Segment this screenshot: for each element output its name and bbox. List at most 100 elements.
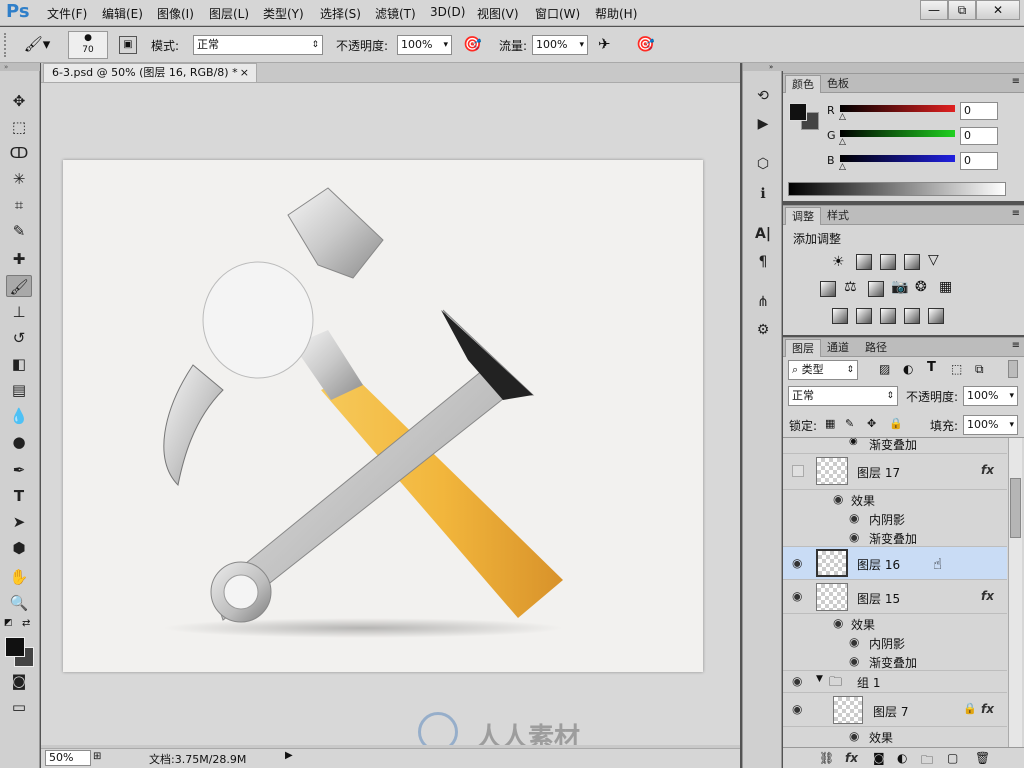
menu-file[interactable]: 文件(F) (47, 5, 87, 22)
photo-filter-icon[interactable]: 📷 (891, 279, 908, 295)
channel-b-input[interactable]: 0 (960, 152, 998, 170)
history-brush-tool-icon[interactable]: ↺ (6, 327, 32, 349)
minimize-button[interactable]: — (920, 0, 948, 20)
eye-icon[interactable]: ◉ (849, 438, 858, 447)
disclosure-triangle-icon[interactable]: ▼ (816, 674, 823, 684)
blend-mode-select[interactable]: 正常 ⇕ (788, 386, 898, 406)
gradient-map-icon[interactable] (928, 308, 944, 324)
pressure-size-icon[interactable]: 🎯 (636, 35, 655, 53)
filter-type-icon[interactable]: T (927, 360, 936, 375)
menu-3d[interactable]: 3D(D) (430, 5, 465, 19)
dodge-tool-icon[interactable]: ● (6, 431, 32, 453)
eye-icon[interactable]: ◉ (833, 616, 843, 630)
new-layer-icon[interactable]: ▢ (947, 751, 958, 765)
exposure-icon[interactable] (904, 254, 920, 270)
color-balance-icon[interactable]: ⚖ (844, 279, 857, 295)
tool-presets-icon[interactable]: ⚙ (752, 319, 774, 341)
layer-row-17[interactable]: 图层 17 fx (783, 454, 1007, 490)
brush-tool-icon[interactable]: 🖌 (6, 275, 32, 297)
zoom-tool-icon[interactable]: 🔍 (6, 592, 32, 614)
tab-paths[interactable]: 路径 (859, 339, 893, 357)
layer-opacity-input[interactable]: 100% ▾ (963, 386, 1018, 406)
eye-icon[interactable]: ◉ (849, 635, 859, 649)
character-panel-icon[interactable]: A| (752, 223, 774, 245)
path-selection-tool-icon[interactable]: ➤ (6, 511, 32, 533)
foreground-color-swatch[interactable] (789, 103, 807, 121)
lock-transparency-icon[interactable]: ▦ (825, 417, 835, 430)
filter-toggle[interactable] (1008, 360, 1018, 378)
channel-mixer-icon[interactable]: ❂ (915, 279, 927, 295)
strip-collapse-icon[interactable]: » (743, 63, 783, 71)
airbrush-icon[interactable]: ✈ (598, 35, 611, 53)
shape-tool-icon[interactable]: ⬢ (6, 537, 32, 559)
swap-colors-icon[interactable]: ⇄ (22, 618, 30, 629)
eye-icon[interactable]: ◉ (849, 729, 859, 743)
invert-icon[interactable] (832, 308, 848, 324)
tab-styles[interactable]: 样式 (821, 207, 855, 225)
link-layers-icon[interactable]: ⛓ (819, 751, 834, 765)
menu-select[interactable]: 选择(S) (320, 5, 361, 22)
color-lookup-icon[interactable]: ▦ (939, 279, 952, 295)
channel-r-input[interactable]: 0 (960, 102, 998, 120)
channel-b-slider[interactable] (840, 155, 955, 162)
lock-position-icon[interactable]: ✥ (867, 417, 876, 430)
crop-tool-icon[interactable]: ⌗ (6, 194, 32, 216)
brightness-contrast-icon[interactable]: ☀ (832, 254, 845, 270)
slider-handle-icon[interactable]: △ (839, 137, 846, 147)
panel-menu-icon[interactable]: ≡ (1012, 208, 1020, 219)
slider-handle-icon[interactable]: △ (839, 112, 846, 122)
tab-color[interactable]: 颜色 (785, 75, 821, 93)
opacity-input[interactable]: 100% ▾ (397, 35, 452, 55)
filter-adjustment-icon[interactable]: ◐ (903, 362, 913, 376)
foreground-color-swatch[interactable] (5, 637, 25, 657)
threshold-icon[interactable] (880, 308, 896, 324)
status-menu-arrow-icon[interactable]: ▶ (285, 750, 293, 761)
tab-adjustments[interactable]: 调整 (785, 207, 821, 225)
vibrance-icon[interactable]: ▽ (928, 252, 939, 268)
effect-row[interactable]: ◉ 内阴影 (783, 633, 1007, 652)
eye-icon[interactable]: ◉ (849, 511, 859, 525)
eye-icon[interactable]: ◉ (792, 674, 802, 688)
default-colors-icon[interactable]: ◩ (4, 618, 13, 628)
effect-row[interactable]: ◉ 渐变叠加 (783, 652, 1007, 671)
mode-select[interactable]: 正常 ⇕ (193, 35, 323, 55)
eye-icon[interactable]: ◉ (792, 702, 802, 716)
channel-g-slider[interactable] (840, 130, 955, 137)
effects-row[interactable]: ◉ 效果 (783, 614, 1007, 633)
lasso-tool-icon[interactable]: ↀ (6, 142, 32, 164)
effect-row[interactable]: ◉ 渐变叠加 (783, 438, 1007, 454)
panel-menu-icon[interactable]: ≡ (1012, 340, 1020, 351)
marquee-tool-icon[interactable]: ⬚ (6, 116, 32, 138)
fx-icon[interactable]: fx (981, 589, 994, 603)
slider-handle-icon[interactable]: △ (839, 162, 846, 172)
move-tool-icon[interactable]: ✥ (6, 90, 32, 112)
filter-smart-object-icon[interactable]: ⧉ (975, 362, 984, 377)
scrollbar-thumb[interactable] (1010, 478, 1021, 538)
quick-mask-icon[interactable]: ◙ (6, 670, 32, 692)
effects-row[interactable]: ◉ 效果 (783, 727, 1007, 746)
lock-pixels-icon[interactable]: ✎ (845, 417, 854, 430)
layer-row-7[interactable]: ◉ 图层 7 🔒 fx (783, 693, 1007, 727)
eye-icon[interactable]: ◉ (833, 492, 843, 506)
filter-shape-icon[interactable]: ⬚ (951, 362, 962, 376)
flow-input[interactable]: 100% ▾ (532, 35, 588, 55)
channel-g-input[interactable]: 0 (960, 127, 998, 145)
delete-layer-icon[interactable]: 🗑 (975, 751, 990, 765)
hand-tool-icon[interactable]: ✋ (6, 566, 32, 588)
effect-row[interactable]: ◉ 渐变叠加 (783, 528, 1007, 547)
info-panel-icon[interactable]: ℹ (752, 183, 774, 205)
add-style-icon[interactable]: fx (845, 751, 858, 765)
menu-window[interactable]: 窗口(W) (535, 5, 580, 22)
brush-presets-icon[interactable]: ⋔ (752, 291, 774, 313)
toolbox-collapse-icon[interactable]: » (0, 63, 40, 71)
menu-view[interactable]: 视图(V) (477, 5, 519, 22)
panel-menu-icon[interactable]: ≡ (1012, 76, 1020, 87)
healing-brush-tool-icon[interactable]: ✚ (6, 248, 32, 270)
clone-stamp-tool-icon[interactable]: ⊥ (6, 301, 32, 323)
eye-icon[interactable]: ◉ (849, 654, 859, 668)
effect-row[interactable]: ◉ 内阴影 (783, 509, 1007, 528)
menu-layer[interactable]: 图层(L) (209, 5, 249, 22)
type-tool-icon[interactable]: T (6, 485, 32, 507)
layer-filter-select[interactable]: ⌕ 类型 ⇕ (788, 360, 858, 380)
close-tab-icon[interactable]: × (240, 64, 249, 82)
